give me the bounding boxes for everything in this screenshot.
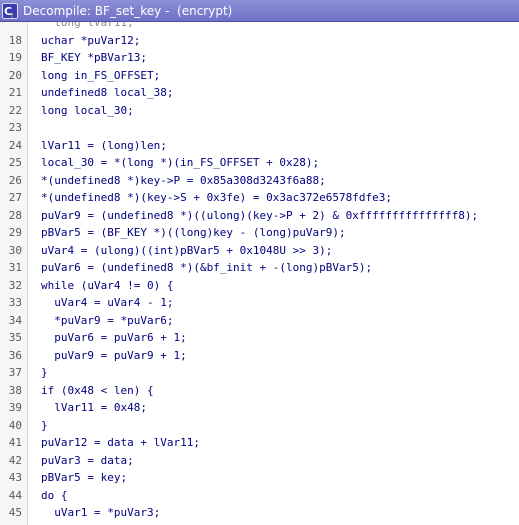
code-line[interactable]: 34 *puVar9 = *puVar6; — [0, 312, 519, 329]
code-line[interactable]: 43 pBVar5 = key; — [0, 469, 519, 486]
code-line[interactable]: long lVar11; — [0, 22, 519, 31]
code-text[interactable]: uVar4 = (ulong)((int)pBVar5 + 0x1048U >>… — [41, 244, 332, 257]
line-number: 27 — [8, 191, 22, 204]
code-text[interactable]: while (uVar4 != 0) { — [41, 279, 173, 292]
line-number: 18 — [8, 33, 22, 47]
code-line[interactable]: 20 long in_FS_OFFSET; — [0, 67, 519, 84]
code-line[interactable]: 39 lVar11 = 0x48; — [0, 399, 519, 416]
code-text[interactable]: *(undefined8 *)(key->S + 0x3fe) = 0x3ac3… — [41, 191, 392, 204]
code-text[interactable]: puVar12 = data + lVar11; — [41, 436, 200, 449]
code-line[interactable]: 26 *(undefined8 *)key->P = 0x85a308d3243f… — [0, 172, 519, 189]
line-number: 35 — [8, 331, 22, 344]
line-number: 20 — [8, 68, 22, 82]
code-line[interactable]: 23 — [0, 119, 519, 136]
decompiler-window: C f Decompile: BF_set_key - (encrypt) lo… — [0, 0, 519, 525]
code-text[interactable]: long in_FS_OFFSET; — [41, 69, 160, 82]
code-line[interactable]: 30 uVar4 = (ulong)((int)pBVar5 + 0x1048U … — [0, 242, 519, 259]
code-text[interactable]: long lVar11; — [41, 22, 133, 29]
code-line[interactable]: 37} — [0, 364, 519, 381]
code-text[interactable]: puVar9 = (undefined8 *)((ulong)(key->P +… — [41, 209, 478, 222]
line-number: 45 — [8, 506, 22, 519]
code-text[interactable]: uVar1 = *puVar3; — [41, 506, 160, 519]
code-line[interactable]: 28 puVar9 = (undefined8 *)((ulong)(key->P… — [0, 207, 519, 224]
line-number: 38 — [8, 383, 22, 397]
code-line[interactable]: 46 puVar7 = puVar3 + 1; — [0, 522, 519, 525]
code-line[interactable]: 36 puVar9 = puVar9 + 1; — [0, 347, 519, 364]
line-number: 40 — [8, 418, 22, 432]
code-line[interactable]: 33 uVar4 = uVar4 - 1; — [0, 294, 519, 311]
code-line[interactable]: 27 *(undefined8 *)(key->S + 0x3fe) = 0x3a… — [0, 189, 519, 206]
code-text[interactable]: *(undefined8 *)key->P = 0x85a308d3243f6a… — [41, 174, 326, 187]
line-number: 36 — [8, 348, 22, 362]
code-text[interactable]: *puVar9 = *puVar6; — [41, 314, 173, 327]
line-number: 37 — [8, 366, 22, 379]
line-number: 44 — [8, 488, 22, 502]
code-text[interactable]: pBVar5 = (BF_KEY *)((long)key - (long)pu… — [41, 226, 346, 239]
code-text[interactable]: uchar *puVar12; — [41, 34, 140, 47]
code-text[interactable]: do { — [41, 489, 68, 502]
line-number: 24 — [8, 138, 22, 152]
code-text[interactable]: long local_30; — [41, 104, 134, 117]
code-line[interactable]: 32 while (uVar4 != 0) { — [0, 277, 519, 294]
code-line[interactable]: 29 pBVar5 = (BF_KEY *)((long)key - (long)… — [0, 224, 519, 241]
code-line[interactable]: 41 puVar12 = data + lVar11; — [0, 434, 519, 451]
line-number: 23 — [8, 121, 22, 134]
line-number: 25 — [8, 156, 22, 169]
code-line[interactable]: 19 BF_KEY *pBVar13; — [0, 49, 519, 66]
code-line[interactable]: 42 puVar3 = data; — [0, 452, 519, 469]
window-title: Decompile: BF_set_key - (encrypt) — [23, 3, 233, 18]
code-text[interactable]: } — [41, 366, 48, 379]
code-text[interactable]: puVar3 = data; — [41, 454, 134, 467]
code-line[interactable]: 21 undefined8 local_38; — [0, 84, 519, 101]
line-number: 26 — [8, 173, 22, 187]
code-line[interactable]: 25 local_30 = *(long *)(in_FS_OFFSET + 0x… — [0, 154, 519, 171]
line-number: 42 — [8, 453, 22, 467]
code-text[interactable]: lVar11 = 0x48; — [41, 401, 147, 414]
line-number: 21 — [8, 86, 22, 99]
code-line[interactable]: 38 if (0x48 < len) { — [0, 382, 519, 399]
code-text[interactable]: lVar11 = (long)len; — [41, 139, 167, 152]
line-number: 32 — [8, 278, 22, 292]
code-text[interactable]: puVar9 = puVar9 + 1; — [41, 349, 186, 362]
line-number: 29 — [8, 226, 22, 239]
line-number: 41 — [8, 436, 22, 449]
code-line[interactable]: 40} — [0, 417, 519, 434]
line-number: 43 — [8, 471, 22, 484]
code-text[interactable]: local_30 = *(long *)(in_FS_OFFSET + 0x28… — [41, 156, 319, 169]
code-text[interactable]: uVar4 = uVar4 - 1; — [41, 296, 173, 309]
decompile-icon: C f — [2, 2, 18, 20]
code-text[interactable]: undefined8 local_38; — [41, 86, 173, 99]
line-number: 30 — [8, 243, 22, 257]
code-text[interactable]: if (0x48 < len) { — [41, 384, 154, 397]
code-line[interactable]: 22 long local_30; — [0, 102, 519, 119]
line-number: 39 — [8, 401, 22, 414]
code-text[interactable]: pBVar5 = key; — [41, 471, 127, 484]
code-line[interactable]: 45 uVar1 = *puVar3; — [0, 504, 519, 521]
line-number: 22 — [8, 103, 22, 117]
code-line[interactable]: 24 lVar11 = (long)len; — [0, 137, 519, 154]
line-number: 28 — [8, 208, 22, 222]
code-line[interactable]: 18 uchar *puVar12; — [0, 32, 519, 49]
code-text[interactable]: BF_KEY *pBVar13; — [41, 51, 147, 64]
line-number: 34 — [8, 313, 22, 327]
line-number: 33 — [8, 296, 22, 309]
code-editor[interactable]: long lVar11; 18 uchar *puVar12; 19 BF_KEY *p… — [0, 22, 519, 525]
code-line[interactable]: 44 do { — [0, 487, 519, 504]
line-number: 31 — [8, 261, 22, 274]
code-text[interactable]: puVar6 = puVar6 + 1; — [41, 331, 186, 344]
code-line[interactable]: 35 puVar6 = puVar6 + 1; — [0, 329, 519, 346]
code-line[interactable]: 31 puVar6 = (undefined8 *)(&bf_init + -(l… — [0, 259, 519, 276]
title-bar[interactable]: C f Decompile: BF_set_key - (encrypt) — [0, 0, 519, 22]
code-text[interactable]: puVar6 = (undefined8 *)(&bf_init + -(lon… — [41, 261, 372, 274]
line-number: 19 — [8, 51, 22, 64]
code-text[interactable]: } — [41, 419, 48, 432]
